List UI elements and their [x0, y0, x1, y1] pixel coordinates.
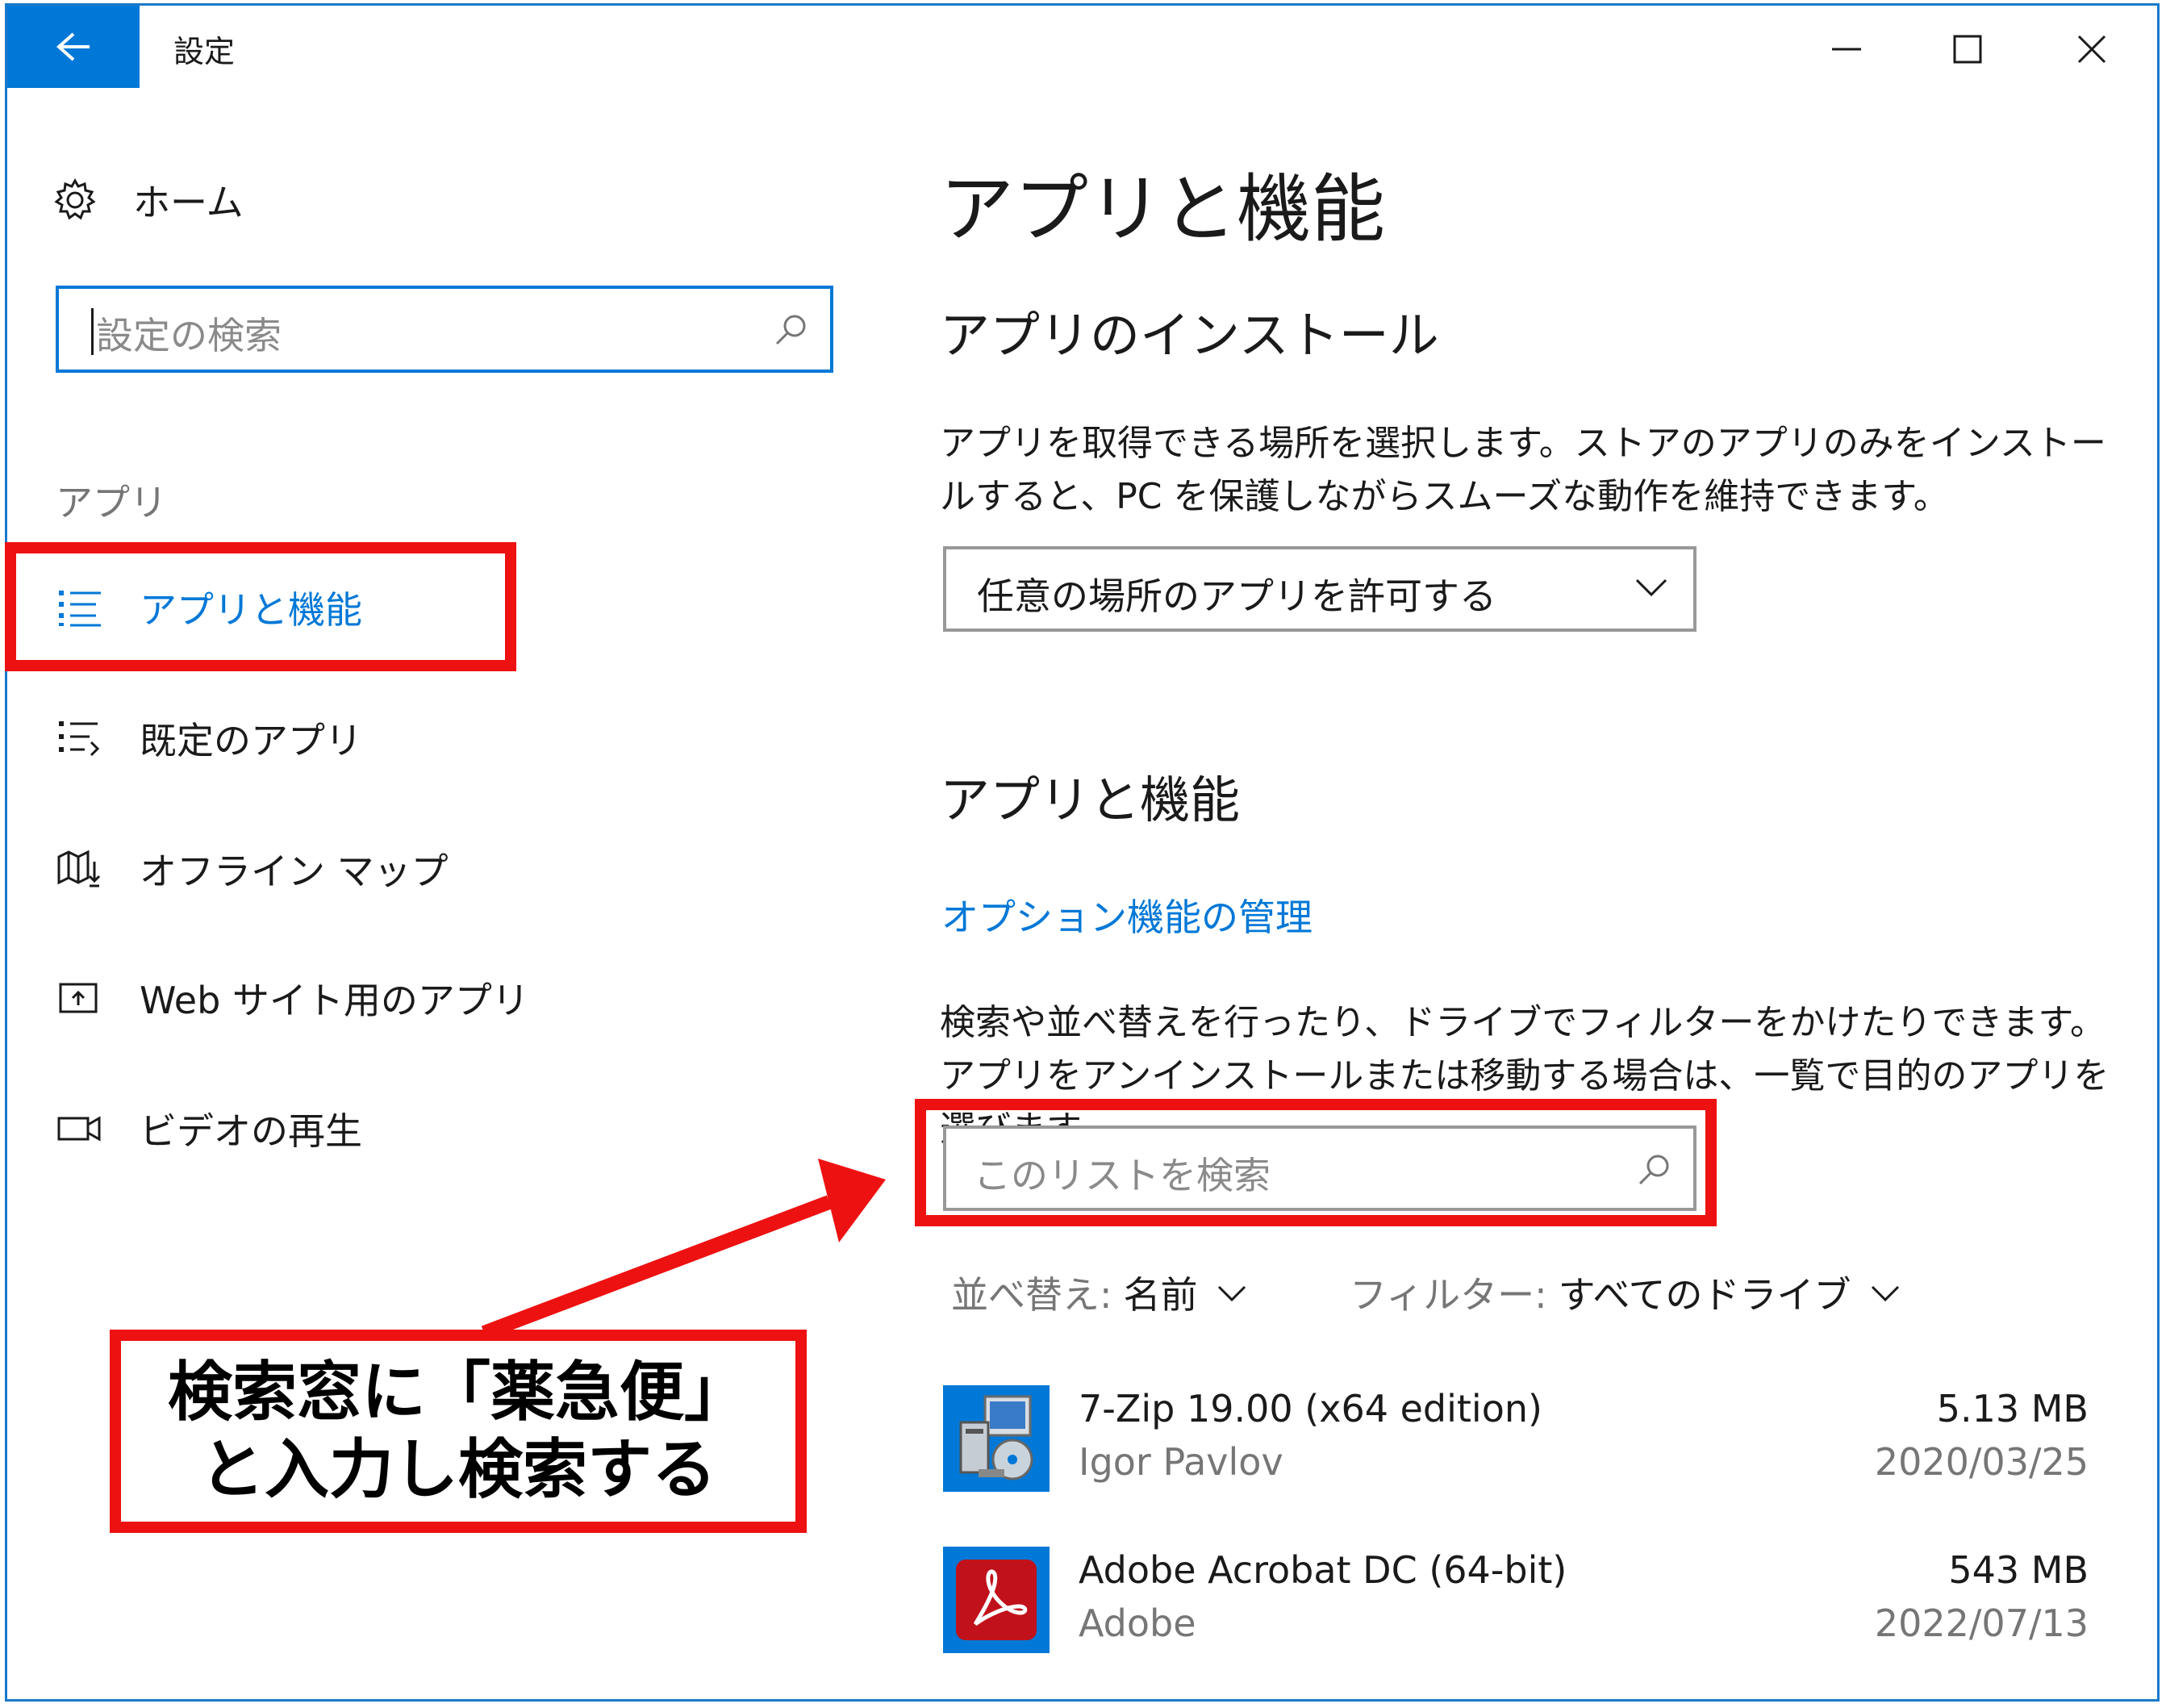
annotation-callout: 検索窓に「薬急便」 と入力し検索する: [110, 1330, 807, 1533]
annotation-line-1: 検索窓に「薬急便」: [168, 1355, 749, 1430]
annotation-line-2: と入力し検索する: [200, 1432, 716, 1507]
